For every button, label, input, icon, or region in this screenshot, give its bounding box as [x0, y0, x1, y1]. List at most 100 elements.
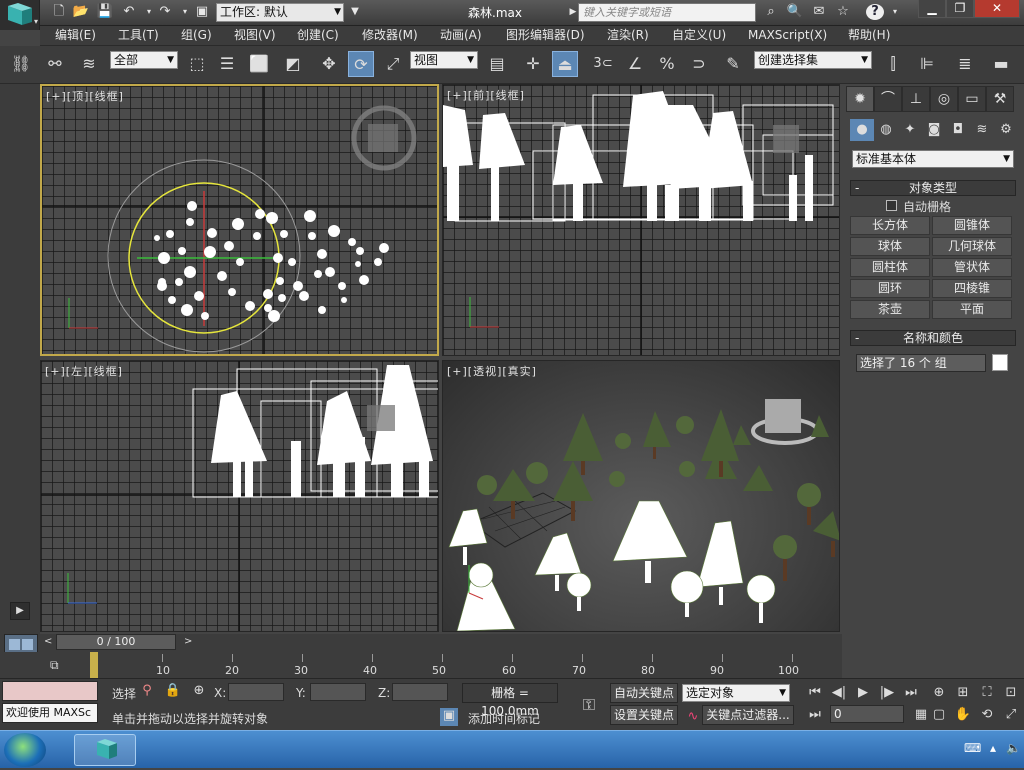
auto-key-button[interactable]: 自动关键点	[610, 683, 678, 703]
help-icon[interactable]: ?	[866, 4, 884, 20]
selection-lock-icon[interactable]: 🔒	[164, 683, 182, 698]
utilities-tab-icon[interactable]: ⚒	[986, 86, 1014, 112]
network-icon[interactable]: ▴	[990, 741, 996, 755]
object-color-swatch[interactable]	[992, 354, 1008, 371]
teapot-button[interactable]: 茶壶	[850, 300, 930, 319]
create-tab-icon[interactable]: ✹	[846, 86, 874, 112]
field-of-view-icon[interactable]: ▢	[930, 707, 948, 722]
maxscript-mini-listener[interactable]: 欢迎使用 MAXSc	[2, 703, 98, 723]
zoom-all-icon[interactable]: ⊞	[954, 685, 972, 700]
set-key-button[interactable]: 设置关键点	[610, 705, 678, 725]
menu-tools[interactable]: 工具(T)	[118, 27, 159, 43]
new-file-icon[interactable]: 🗋	[50, 4, 68, 20]
plane-button[interactable]: 平面	[932, 300, 1012, 319]
cone-button[interactable]: 圆锥体	[932, 216, 1012, 235]
zoom-icon[interactable]: ⊕	[930, 685, 948, 700]
viewport-label-perspective[interactable]: [+][透视][真实]	[447, 363, 537, 379]
taskbar-3dsmax-app[interactable]	[74, 734, 136, 766]
shapes-icon[interactable]: ◍	[874, 119, 898, 141]
viewport-left[interactable]: [+][左][线框]	[40, 360, 439, 632]
absolute-mode-icon[interactable]: ⊕	[190, 683, 208, 698]
mirror-icon[interactable]: ⫿	[880, 51, 906, 77]
select-manipulate-icon[interactable]: ✛	[520, 51, 546, 77]
viewport-perspective[interactable]: [+][透视][真实]	[442, 360, 840, 632]
pan-hand-icon[interactable]: ✋	[954, 707, 972, 722]
time-slider[interactable]: 0 / 100	[56, 634, 176, 650]
mini-curve-editor-icon[interactable]: ⧉	[50, 658, 74, 672]
menu-modifiers[interactable]: 修改器(M)	[362, 27, 418, 43]
selection-filter-dropdown[interactable]: 全部 ▼	[110, 51, 178, 69]
pivot-center-icon[interactable]: ▤	[484, 51, 510, 77]
hierarchy-tab-icon[interactable]: ⊥	[902, 86, 930, 112]
space-warps-icon[interactable]: ≋	[970, 119, 994, 141]
start-button[interactable]	[4, 733, 46, 767]
viewport-top[interactable]: [+][顶][线框]	[40, 84, 439, 356]
align-icon[interactable]: ⊫	[914, 51, 940, 77]
maximize-viewport-icon[interactable]: ⤢	[1002, 707, 1020, 722]
viewport-label-left[interactable]: [+][左][线框]	[45, 363, 123, 379]
key-mode-toggle-icon[interactable]: ⏭	[806, 707, 824, 722]
helpers-icon[interactable]: ◘	[946, 119, 970, 141]
viewport-front[interactable]: [+][前][线框]	[442, 84, 840, 356]
redo-dropdown-icon[interactable]: ▾	[176, 4, 194, 20]
geometry-category-dropdown[interactable]: 标准基本体 ▼	[852, 150, 1014, 168]
project-folder-icon[interactable]: ▣	[193, 4, 211, 20]
play-icon[interactable]: ▶	[854, 685, 872, 700]
cameras-icon[interactable]: ◙	[922, 119, 946, 141]
menu-customize[interactable]: 自定义(U)	[672, 27, 726, 43]
key-filters-button[interactable]: 关键点过滤器...	[702, 705, 794, 725]
unlink-icon[interactable]: ⚯	[42, 51, 68, 77]
window-crossing-icon[interactable]: ◩	[280, 51, 306, 77]
menu-create[interactable]: 创建(C)	[297, 27, 339, 43]
dropdown-arrow-icon[interactable]: ▼	[346, 4, 364, 20]
geometry-icon[interactable]: ●	[850, 119, 874, 141]
angle-snap-icon[interactable]: ∠	[622, 51, 648, 77]
add-time-tag-icon[interactable]: ▣	[440, 708, 458, 726]
rollout-object-type[interactable]: - 对象类型	[850, 180, 1016, 196]
viewport-label-top[interactable]: [+][顶][线框]	[46, 88, 124, 104]
modify-tab-icon[interactable]: ⌒	[874, 86, 902, 112]
redo-icon[interactable]: ↷	[156, 4, 174, 20]
maxscript-mini-listener-pink[interactable]	[2, 681, 98, 701]
communication-icon[interactable]: ✉	[810, 4, 828, 20]
current-frame-field[interactable]: 0	[830, 705, 904, 723]
bind-space-warp-icon[interactable]: ≋	[76, 51, 102, 77]
minimize-button[interactable]: ▁	[918, 0, 946, 18]
scale-icon[interactable]: ⤢	[380, 51, 406, 77]
menu-edit[interactable]: 编辑(E)	[55, 27, 96, 43]
select-by-name-icon[interactable]: ☰	[214, 51, 240, 77]
torus-button[interactable]: 圆环	[850, 279, 930, 298]
menu-views[interactable]: 视图(V)	[234, 27, 276, 43]
viewport-label-front[interactable]: [+][前][线框]	[447, 87, 525, 103]
move-icon[interactable]: ✥	[316, 51, 342, 77]
rotate-icon[interactable]: ⟳	[348, 51, 374, 77]
set-keys-key-icon[interactable]: ⚿	[574, 695, 604, 715]
zoom-extents-icon[interactable]: ⛶	[978, 685, 996, 700]
undo-icon[interactable]: ↶	[120, 4, 138, 20]
box-button[interactable]: 长方体	[850, 216, 930, 235]
open-folder-icon[interactable]: 📂	[72, 4, 90, 20]
play-expand-icon[interactable]: ▶	[10, 602, 30, 620]
save-icon[interactable]: 💾	[96, 4, 114, 20]
app-menu-button[interactable]: ▾	[0, 0, 40, 30]
key-mode-dropdown[interactable]: 选定对象 ▼	[682, 684, 790, 702]
keyboard-shortcut-override-icon[interactable]: ⏏	[552, 51, 578, 77]
systems-icon[interactable]: ⚙	[994, 119, 1018, 141]
link-icon[interactable]: ⛓	[8, 51, 34, 77]
go-to-end-icon[interactable]: ⏭	[902, 685, 920, 700]
spinner-snap-icon[interactable]: ⊃	[686, 51, 712, 77]
select-object-icon[interactable]: ⬚	[184, 51, 210, 77]
autogrid-checkbox[interactable]	[886, 200, 897, 211]
key-filters-icon[interactable]: ∿	[684, 709, 702, 724]
previous-frame-icon[interactable]: ◀|	[830, 685, 848, 700]
slider-right-icon[interactable]: >	[184, 636, 192, 647]
favorites-star-icon[interactable]: ☆	[834, 4, 852, 20]
add-time-tag-label[interactable]: 添加时间标记	[468, 710, 540, 727]
z-coordinate-field[interactable]	[392, 683, 448, 701]
zoom-extents-all-icon[interactable]: ⊡	[1002, 685, 1020, 700]
menu-group[interactable]: 组(G)	[181, 27, 212, 43]
time-configuration-icon[interactable]: ▦	[912, 707, 930, 722]
y-coordinate-field[interactable]	[310, 683, 366, 701]
close-button[interactable]: ✕	[974, 0, 1020, 18]
geosphere-button[interactable]: 几何球体	[932, 237, 1012, 256]
